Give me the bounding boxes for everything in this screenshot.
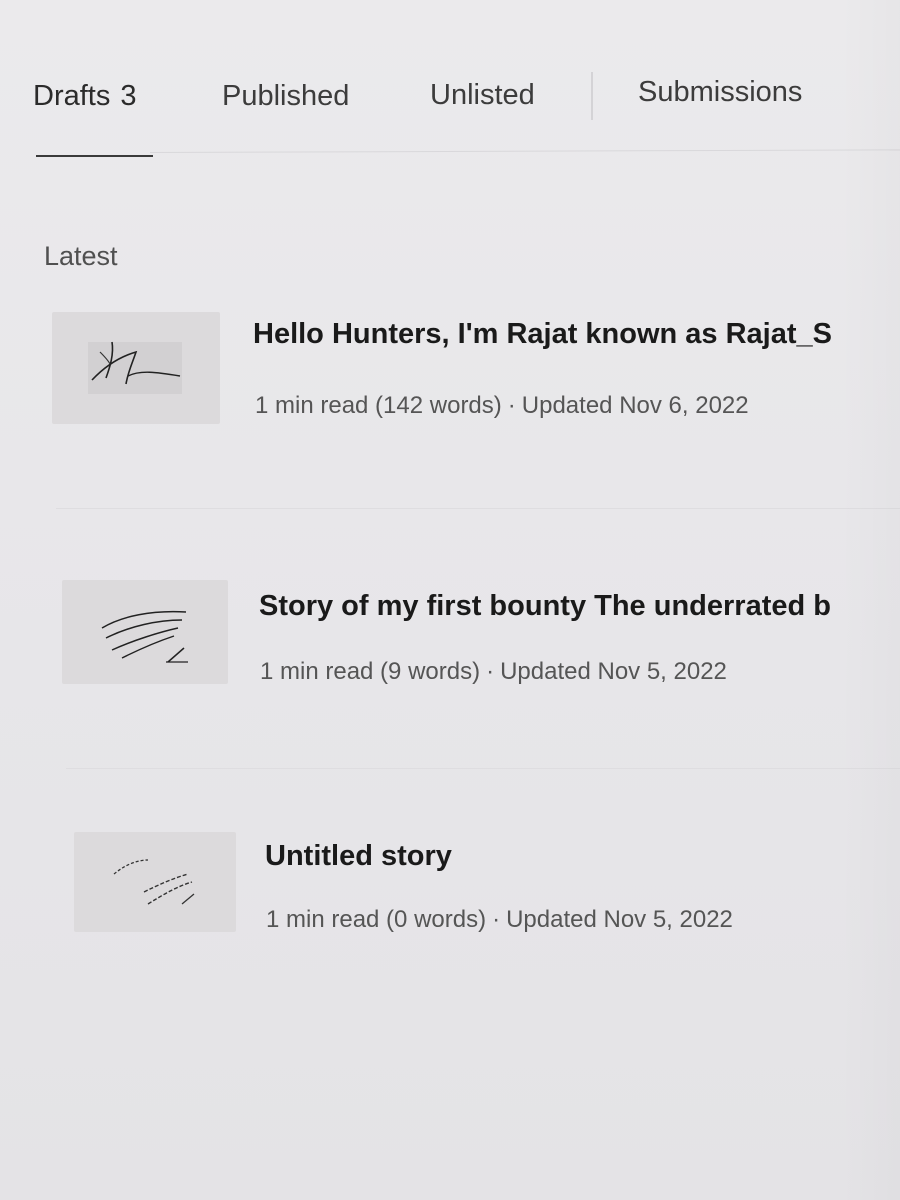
screen-edge-shading	[840, 0, 900, 1200]
tab-published[interactable]: Published	[222, 80, 349, 113]
tabs-divider	[149, 149, 900, 153]
story-thumbnail[interactable]	[74, 832, 236, 932]
story-title[interactable]: Untitled story	[265, 840, 452, 873]
updated-date: Updated Nov 5, 2022	[506, 906, 733, 933]
read-time: 1 min read (0 words)	[266, 906, 487, 933]
updated-date: Updated Nov 5, 2022	[500, 658, 727, 685]
scribble-thumbnail-icon	[113, 859, 195, 905]
story-title[interactable]: Story of my first bounty The underrated …	[259, 590, 831, 623]
drafts-page: Drafts 3 Published Unlisted Submissions L…	[0, 0, 900, 1200]
tab-submissions[interactable]: Submissions	[638, 76, 802, 109]
section-label-latest: Latest	[44, 241, 118, 271]
story-meta: 1 min read (0 words) · Updated Nov 5, 2022	[266, 906, 733, 934]
meta-separator: ·	[507, 392, 516, 419]
story-meta: 1 min read (9 words) · Updated Nov 5, 2022	[260, 658, 727, 686]
read-time: 1 min read (142 words)	[255, 392, 502, 419]
story-thumbnail[interactable]	[62, 580, 228, 684]
meta-separator: ·	[486, 658, 495, 685]
scribble-thumbnail-icon	[88, 341, 182, 394]
story-title[interactable]: Hello Hunters, I'm Rajat known as Rajat_…	[253, 318, 832, 351]
tab-separator	[591, 72, 593, 120]
story-thumbnail[interactable]	[52, 312, 220, 424]
drafts-count: 3	[120, 80, 137, 112]
meta-separator: ·	[492, 906, 501, 933]
tab-drafts-label: Drafts	[33, 80, 111, 112]
tab-unlisted[interactable]: Unlisted	[430, 79, 535, 112]
row-divider	[66, 768, 900, 769]
row-divider	[56, 508, 900, 509]
story-meta: 1 min read (142 words) · Updated Nov 6, 20…	[255, 392, 749, 420]
story-tabs: Drafts 3 Published Unlisted Submissions	[0, 72, 900, 142]
tab-drafts[interactable]: Drafts 3	[33, 80, 136, 113]
scribble-thumbnail-icon	[101, 610, 188, 663]
active-tab-indicator	[36, 155, 153, 157]
updated-date: Updated Nov 6, 2022	[521, 392, 749, 419]
read-time: 1 min read (9 words)	[260, 658, 481, 685]
